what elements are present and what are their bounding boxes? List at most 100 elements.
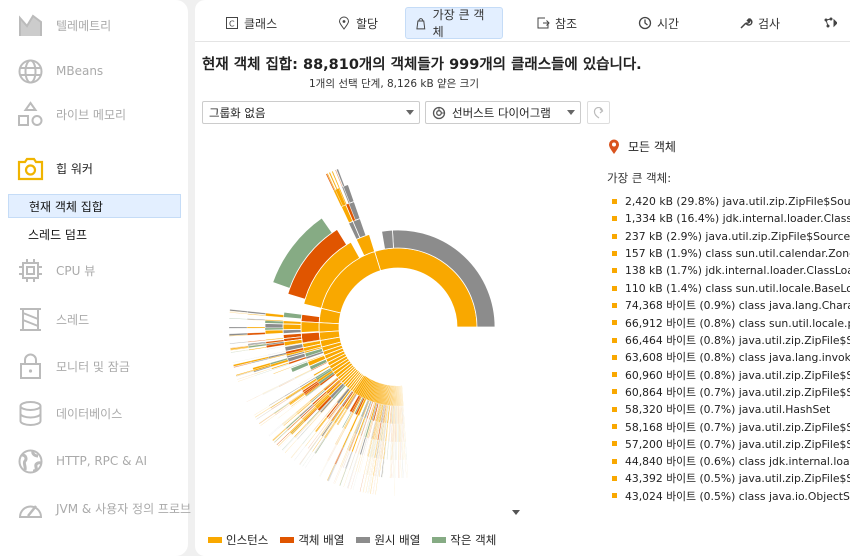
sunburst-child-segment[interactable] [262, 386, 280, 395]
largest-object-item[interactable]: 58,320 바이트 (0.7%) java.util.HashSet [612, 401, 850, 418]
sunburst-child-segment[interactable] [348, 433, 357, 451]
sunburst-child-segment[interactable] [254, 407, 271, 418]
sunburst-child-segment[interactable] [269, 396, 285, 407]
sunburst-child-segment[interactable] [333, 466, 341, 484]
largest-object-item[interactable]: 44,840 바이트 (0.6%) class jdk.internal.loa… [612, 452, 850, 469]
sidebar-item-1[interactable]: MBeans [0, 51, 188, 91]
sidebar-item-4[interactable]: CPU 뷰 [0, 250, 188, 290]
largest-object-item[interactable]: 157 kB (1.9%) class sun.util.calendar.Zo… [612, 245, 850, 262]
sunburst-child-segment[interactable] [341, 431, 350, 448]
sunburst-child-segment[interactable] [339, 468, 347, 486]
sidebar-subitem-current-objects[interactable]: 현재 객체 집합 [8, 194, 181, 218]
sunburst-child-segment[interactable] [246, 332, 266, 336]
sunburst-child-segment[interactable] [343, 412, 353, 429]
sunburst-child-segment[interactable] [228, 326, 248, 329]
largest-object-item[interactable]: 43,392 바이트 (0.5%) java.util.zip.ZipFile$… [612, 470, 850, 487]
sunburst-child-segment[interactable] [327, 444, 336, 461]
sunburst-child-segment[interactable] [318, 460, 328, 477]
largest-object-item[interactable]: 74,368 바이트 (0.9%) class java.lang.Charac… [612, 297, 850, 314]
sunburst-child-segment[interactable] [246, 326, 266, 329]
sunburst-child-segment[interactable] [284, 439, 298, 454]
tab-4[interactable]: 시간 [630, 7, 687, 39]
sidebar-item-9[interactable]: JVM & 사용자 정의 프로브 [0, 488, 191, 528]
sunburst-child-segment[interactable] [398, 423, 400, 443]
sunburst-child-segment[interactable] [256, 409, 272, 420]
sunburst-child-segment[interactable] [282, 328, 302, 335]
sidebar-item-5[interactable]: 스레드 [0, 299, 188, 339]
largest-object-item[interactable]: 63,608 바이트 (0.8%) class java.lang.invoke… [612, 349, 850, 366]
largest-object-item[interactable]: 57,200 바이트 (0.7%) java.util.zip.ZipFile$… [612, 435, 850, 452]
sunburst-child-segment[interactable] [290, 443, 303, 459]
largest-object-item[interactable]: 1,334 kB (16.4%) jdk.internal.loader.Cla… [612, 210, 850, 227]
sunburst-child-segment[interactable] [259, 413, 275, 425]
sunburst-child-segment[interactable] [273, 367, 291, 375]
sunburst-child-segment[interactable] [264, 329, 284, 335]
sunburst-child-segment[interactable] [381, 229, 394, 250]
sunburst-child-segment[interactable] [254, 407, 271, 418]
scroll-down-arrow-icon[interactable] [512, 510, 520, 515]
sunburst-child-segment[interactable] [262, 386, 280, 395]
sunburst-child-segment[interactable] [230, 349, 249, 353]
sunburst-child-segment[interactable] [290, 361, 310, 373]
sidebar-subitem-thread-dump[interactable]: 스레드 덤프 [8, 222, 181, 246]
sunburst-child-segment[interactable] [334, 447, 343, 465]
sunburst-child-segment[interactable] [352, 453, 359, 472]
sunburst-child-segment[interactable] [352, 472, 358, 491]
sunburst-child-segment[interactable] [334, 428, 345, 445]
sunburst-child-segment[interactable] [319, 460, 329, 478]
sunburst-child-segment[interactable] [295, 370, 312, 379]
all-objects-link[interactable]: 모든 객체 [608, 138, 676, 155]
sidebar-item-7[interactable]: 데이터베이스 [0, 393, 188, 433]
sunburst-child-segment[interactable] [246, 393, 263, 403]
largest-object-item[interactable]: 43,024 바이트 (0.5%) class java.io.ObjectSt… [612, 487, 850, 504]
sunburst-child-segment[interactable] [405, 459, 407, 478]
sunburst-child-segment[interactable] [282, 311, 303, 320]
sunburst-child-segment[interactable] [326, 463, 336, 481]
sunburst-child-segment[interactable] [272, 428, 287, 442]
sunburst-child-segment[interactable] [394, 477, 395, 497]
sunburst-child-segment[interactable] [268, 424, 283, 437]
sunburst-child-segment[interactable] [334, 447, 343, 465]
sidebar-item-3[interactable]: 힙 워커 [0, 148, 188, 188]
largest-object-item[interactable]: 60,960 바이트 (0.8%) java.util.zip.ZipFile$… [612, 366, 850, 383]
largest-object-item[interactable]: 66,912 바이트 (0.8%) class sun.util.locale.… [612, 314, 850, 331]
largest-object-item[interactable]: 60,864 바이트 (0.7%) java.util.zip.ZipFile$… [612, 383, 850, 400]
sunburst-child-segment[interactable] [275, 404, 291, 416]
sunburst-child-segment[interactable] [236, 370, 254, 377]
sunburst-child-segment[interactable] [347, 471, 354, 489]
sunburst-child-segment[interactable] [271, 399, 287, 410]
sunburst-child-segment[interactable] [282, 323, 302, 331]
sunburst-child-segment[interactable] [229, 341, 248, 345]
sunburst-child-segment[interactable] [386, 441, 389, 460]
sunburst-child-segment[interactable] [256, 409, 272, 420]
sunburst-child-segment[interactable] [406, 459, 409, 478]
sunburst-child-segment[interactable] [334, 466, 342, 484]
sunburst-child-segment[interactable] [262, 385, 279, 395]
sunburst-child-segment[interactable] [274, 403, 290, 415]
sidebar-item-0[interactable]: 텔레메트리 [0, 5, 188, 45]
sunburst-child-segment[interactable] [300, 321, 320, 333]
tab-5[interactable]: 검사 [731, 7, 788, 39]
largest-object-item[interactable]: 110 kB (1.4%) class sun.util.locale.Base… [612, 279, 850, 296]
sunburst-child-segment[interactable] [328, 464, 337, 482]
sunburst-child-segment[interactable] [291, 443, 303, 459]
sunburst-chart[interactable] [195, 0, 595, 556]
sunburst-child-segment[interactable] [265, 312, 284, 318]
sunburst-child-segment[interactable] [246, 393, 263, 403]
sidebar-item-8[interactable]: HTTP, RPC & AI [0, 441, 188, 481]
largest-object-item[interactable]: 58,168 바이트 (0.7%) java.util.zip.ZipFile$… [612, 418, 850, 435]
sunburst-child-segment[interactable] [346, 451, 353, 470]
sunburst-child-segment[interactable] [262, 385, 280, 395]
sidebar-item-2[interactable]: 라이브 메모리 [0, 94, 188, 134]
sunburst-child-segment[interactable] [335, 428, 345, 445]
largest-object-item[interactable]: 237 kB (2.9%) java.util.zip.ZipFile$Sour… [612, 228, 850, 245]
largest-object-item[interactable]: 138 kB (1.7%) jdk.internal.loader.ClassL… [612, 262, 850, 279]
sunburst-child-segment[interactable] [229, 309, 248, 313]
sunburst-child-segment[interactable] [262, 385, 279, 394]
sunburst-child-segment[interactable] [400, 441, 402, 461]
sunburst-child-segment[interactable] [327, 444, 337, 461]
sunburst-child-segment[interactable] [264, 323, 284, 329]
sunburst-child-segment[interactable] [229, 317, 248, 320]
sunburst-child-segment[interactable] [341, 431, 351, 449]
sunburst-child-segment[interactable] [328, 444, 338, 462]
